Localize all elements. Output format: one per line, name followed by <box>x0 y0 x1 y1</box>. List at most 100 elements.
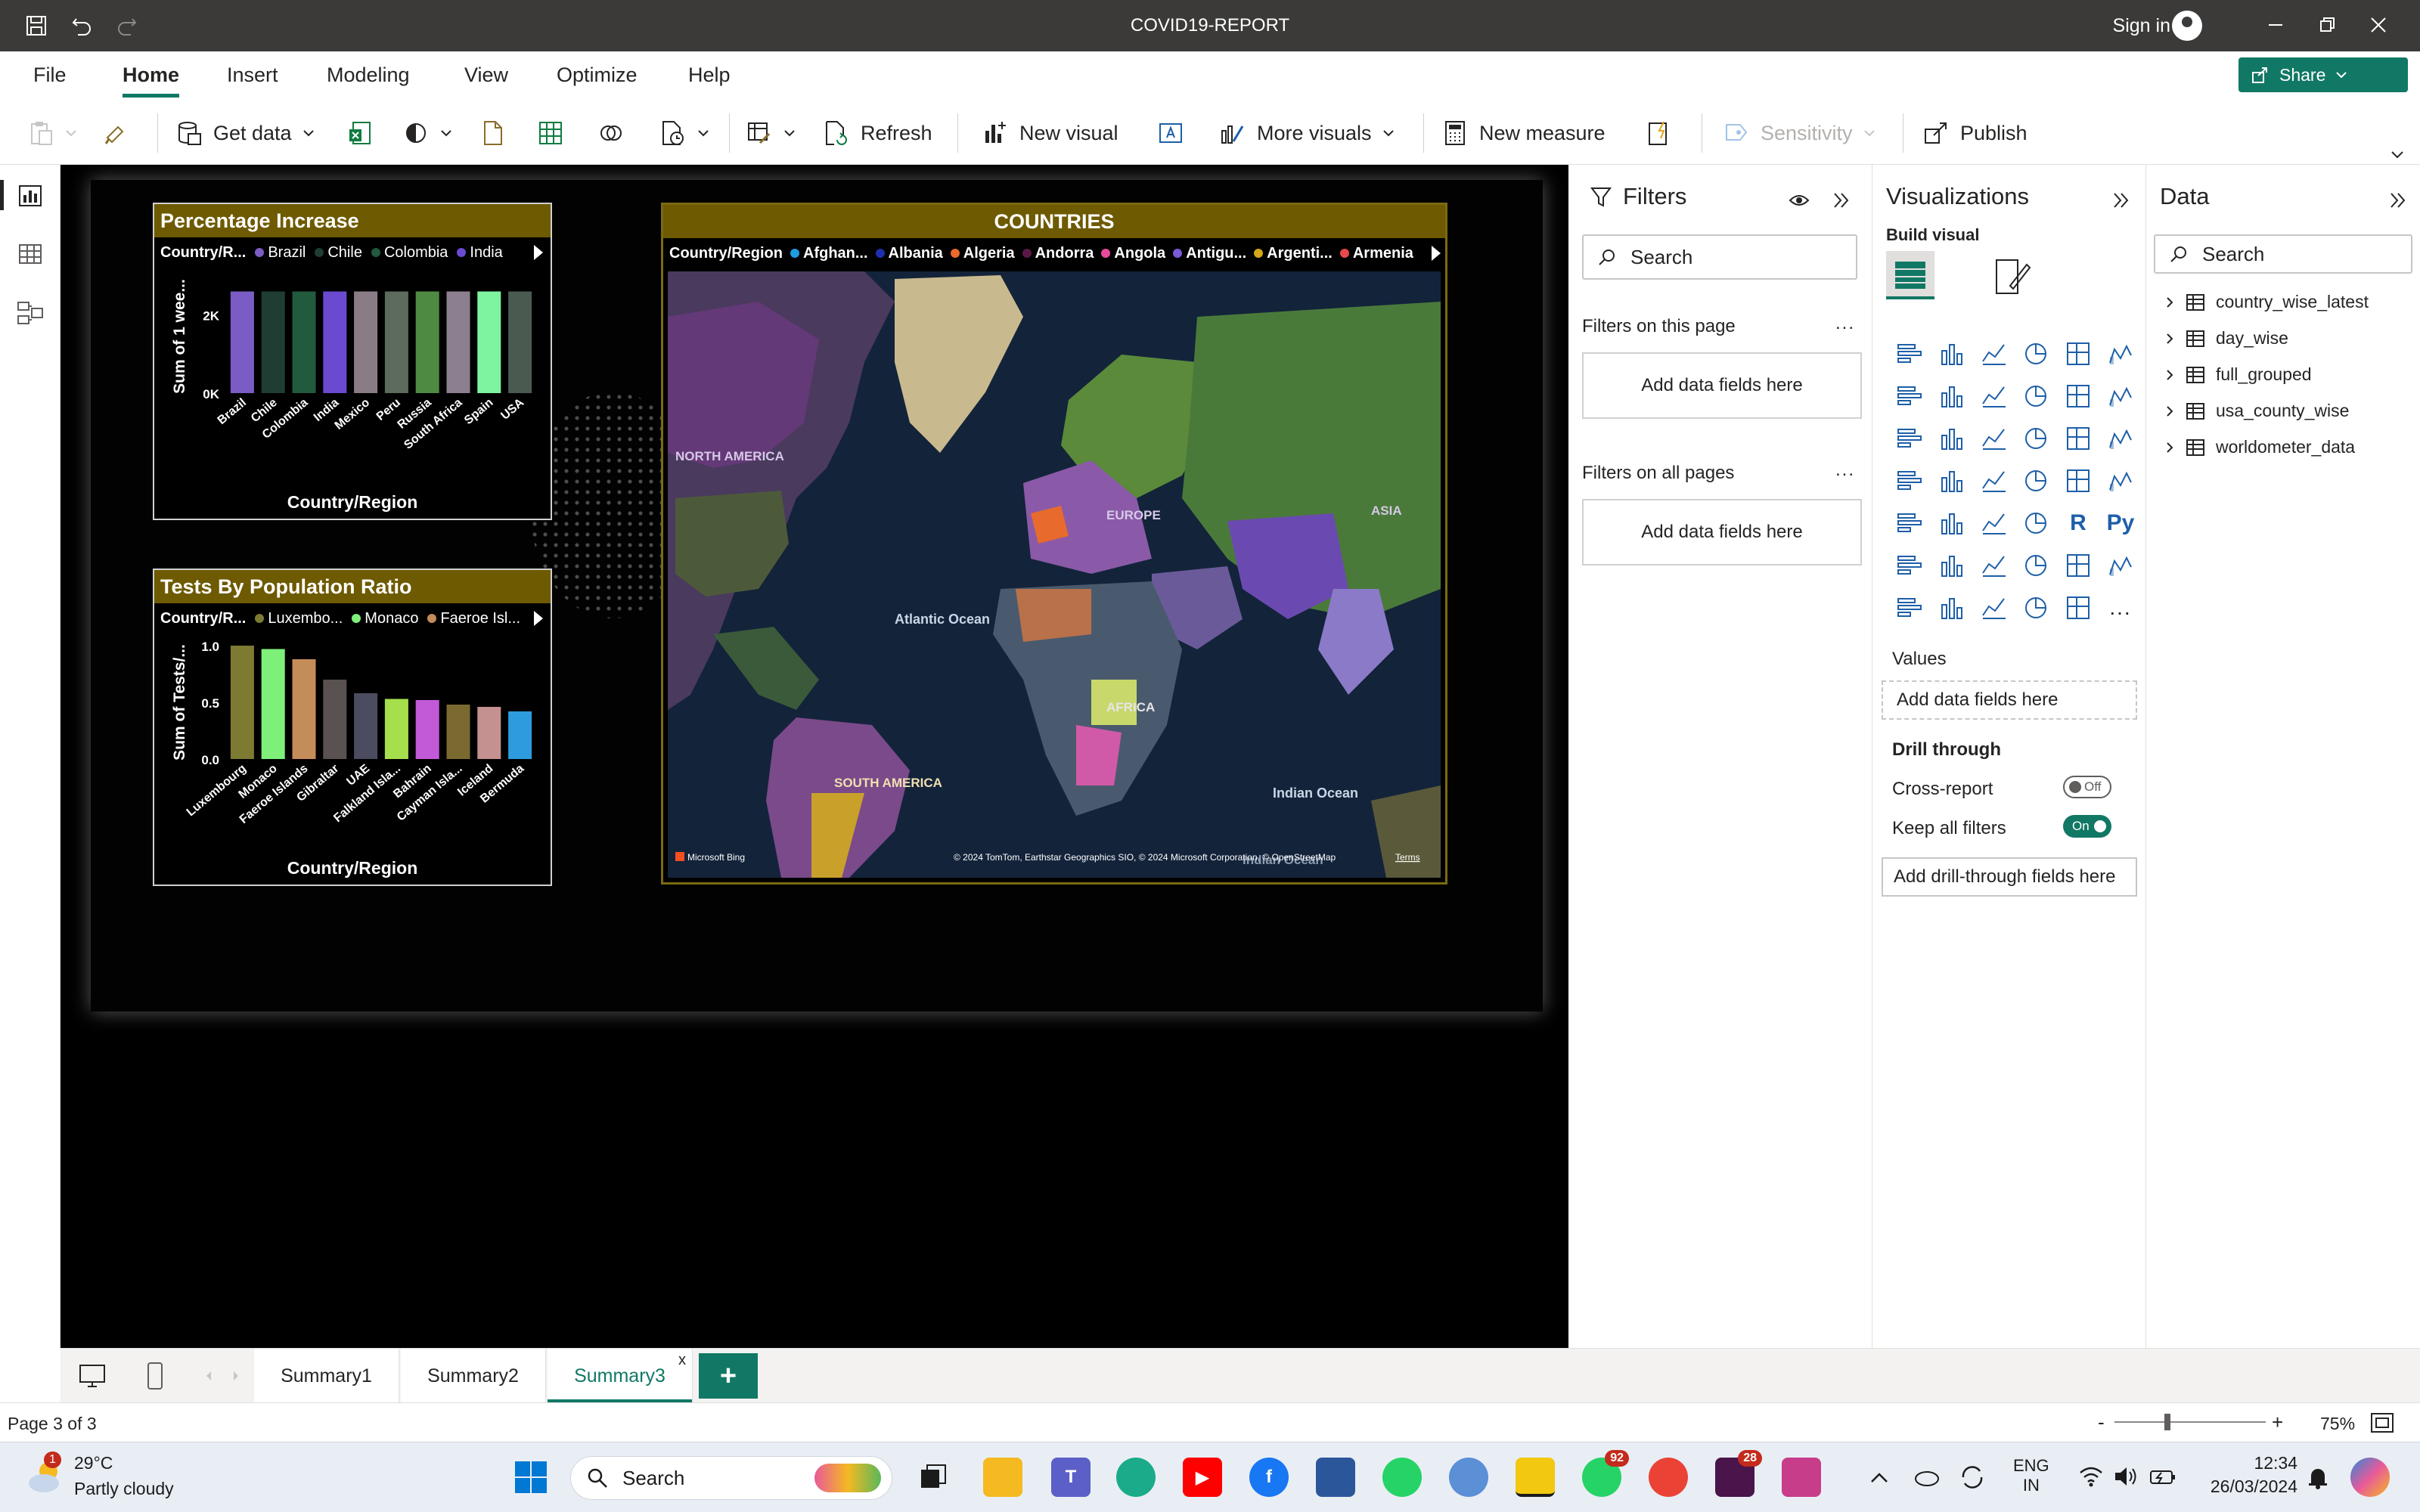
line-chart-icon[interactable] <box>1888 375 1930 417</box>
get-data-button[interactable]: Get data <box>175 116 315 150</box>
dataverse-button[interactable] <box>597 116 625 150</box>
funnel-chart-icon[interactable] <box>1930 417 1972 460</box>
battery-icon[interactable] <box>2149 1465 2176 1488</box>
report-page[interactable]: Percentage Increase Country/R... Brazil … <box>91 180 1543 1012</box>
legend-item[interactable]: Argenti... <box>1254 245 1333 262</box>
more-options-icon[interactable]: ... <box>1835 313 1855 334</box>
tab-home[interactable]: Home <box>123 64 180 98</box>
decomposition-tree-icon[interactable] <box>1930 544 1972 587</box>
clock[interactable]: 12:34 26/03/2024 <box>2202 1453 2297 1497</box>
bar-falkland-isla-[interactable] <box>384 699 408 760</box>
keep-all-filters-toggle[interactable]: On <box>2063 815 2111 838</box>
line-and-stacked-column-chart-icon[interactable] <box>2057 375 2099 417</box>
quick-measure-button[interactable] <box>1646 116 1673 150</box>
microsoft-store-icon[interactable] <box>1316 1458 1355 1497</box>
python-visual-icon[interactable]: Py <box>2099 502 2142 544</box>
get-more-visuals-icon[interactable] <box>2057 587 2099 629</box>
restore-icon[interactable] <box>2316 15 2338 38</box>
bar-spain[interactable] <box>477 291 501 393</box>
zoom-in-button[interactable]: + <box>2272 1411 2283 1434</box>
edge-browser-icon[interactable] <box>1116 1458 1156 1497</box>
bar-russia[interactable] <box>415 291 439 393</box>
legend-next-icon[interactable] <box>1432 246 1441 261</box>
collapse-pane-icon[interactable] <box>1830 189 1853 212</box>
bar-peru[interactable] <box>384 291 408 393</box>
legend-item[interactable]: Antigu... <box>1173 245 1246 262</box>
filled-map-icon[interactable] <box>1930 460 1972 502</box>
tab-file[interactable]: File <box>33 64 67 87</box>
card-icon[interactable] <box>2057 460 2099 502</box>
legend-item[interactable]: Chile <box>315 244 362 262</box>
more-options-icon[interactable]: ... <box>2099 587 2142 629</box>
more-options-icon[interactable]: ... <box>1835 460 1855 481</box>
page-tab-summary2[interactable]: Summary2 <box>401 1349 546 1403</box>
data-table-item[interactable]: full_grouped <box>2164 364 2312 385</box>
more-visuals-button[interactable]: More visuals <box>1219 116 1395 150</box>
report-view-icon[interactable] <box>0 180 45 210</box>
table-view-icon[interactable] <box>15 239 45 269</box>
bar-luxembourg[interactable] <box>230 646 254 759</box>
text-box-button[interactable] <box>1157 116 1184 150</box>
format-visual-tab[interactable] <box>1990 256 2033 298</box>
legend-item[interactable]: Angola <box>1101 245 1165 262</box>
bar-iceland[interactable] <box>477 707 501 759</box>
snipping-tool-icon[interactable] <box>1782 1458 1821 1497</box>
stacked-bar-chart-icon[interactable] <box>1888 333 1930 375</box>
cross-report-toggle[interactable]: Off <box>2063 776 2111 798</box>
filters-search-input[interactable]: Search <box>1582 234 1857 280</box>
ribbon-chart-icon[interactable] <box>2099 375 2142 417</box>
tab-modeling[interactable]: Modeling <box>327 64 410 87</box>
new-visual-button[interactable]: New visual <box>982 116 1118 150</box>
bar-south-africa[interactable] <box>446 291 470 393</box>
countries-map-visual[interactable]: COUNTRIES Country/Region Afghan... Alban… <box>661 203 1447 885</box>
legend-item[interactable]: India <box>457 244 503 262</box>
data-table-item[interactable]: usa_county_wise <box>2164 401 2349 421</box>
eye-icon[interactable] <box>1788 189 1810 212</box>
matrix-icon[interactable] <box>2015 502 2057 544</box>
sign-in-link[interactable]: Sign in <box>2113 15 2170 37</box>
metrics-icon[interactable] <box>2057 544 2099 587</box>
bar-bahrain[interactable] <box>415 700 439 759</box>
tests-by-population-visual[interactable]: Tests By Population Ratio Country/R... L… <box>153 569 552 886</box>
bar-brazil[interactable] <box>230 291 254 393</box>
waterfall-chart-icon[interactable] <box>1888 417 1930 460</box>
zoom-slider[interactable] <box>2114 1414 2266 1430</box>
teams-icon[interactable]: T <box>1051 1458 1091 1497</box>
area-chart-icon[interactable] <box>1930 375 1972 417</box>
all-pages-filters-drop-zone[interactable]: Add data fields here <box>1582 499 1862 565</box>
wifi-icon[interactable] <box>2078 1465 2104 1488</box>
data-table-item[interactable]: day_wise <box>2164 328 2288 349</box>
sensitivity-button[interactable]: Sensitivity <box>1723 116 1876 150</box>
scatter-chart-icon[interactable] <box>1972 417 2015 460</box>
page-filters-drop-zone[interactable]: Add data fields here <box>1582 352 1862 419</box>
scroll-left-icon[interactable] <box>201 1368 216 1383</box>
transform-data-button[interactable] <box>746 116 796 150</box>
legend-item[interactable]: Armenia <box>1339 245 1413 262</box>
legend-item[interactable]: Afghan... <box>790 245 868 262</box>
tab-view[interactable]: View <box>464 64 508 87</box>
share-button[interactable]: Share <box>2238 57 2408 92</box>
scroll-right-icon[interactable] <box>228 1368 244 1383</box>
collapse-pane-icon[interactable] <box>2387 189 2409 212</box>
legend-next-icon[interactable] <box>534 611 543 626</box>
page-tab-summary1[interactable]: Summary1 <box>254 1349 399 1403</box>
paste-button[interactable] <box>27 116 77 150</box>
file-explorer-icon[interactable] <box>983 1458 1022 1497</box>
legend-item[interactable]: Monaco <box>352 610 418 627</box>
onedrive-icon[interactable] <box>1913 1465 1941 1488</box>
notification-bell-icon[interactable] <box>2307 1465 2329 1489</box>
volume-icon[interactable] <box>2113 1465 2139 1488</box>
recent-sources-button[interactable] <box>659 116 709 150</box>
legend-item[interactable]: Luxembo... <box>255 610 343 627</box>
drill-through-drop-zone[interactable]: Add drill-through fields here <box>1882 857 2137 897</box>
whatsapp-web-icon[interactable] <box>1382 1458 1422 1497</box>
paginated-report-icon[interactable] <box>2099 544 2142 587</box>
format-painter-button[interactable] <box>101 116 129 150</box>
minimize-icon[interactable] <box>2264 15 2287 38</box>
percentage-increase-visual[interactable]: Percentage Increase Country/R... Brazil … <box>153 203 552 520</box>
chrome-icon[interactable] <box>1649 1458 1688 1497</box>
legend-item[interactable]: Colombia <box>371 244 448 262</box>
bar-uae[interactable] <box>354 693 378 759</box>
data-table-item[interactable]: worldometer_data <box>2164 437 2355 457</box>
build-visual-tab[interactable] <box>1886 251 1934 299</box>
